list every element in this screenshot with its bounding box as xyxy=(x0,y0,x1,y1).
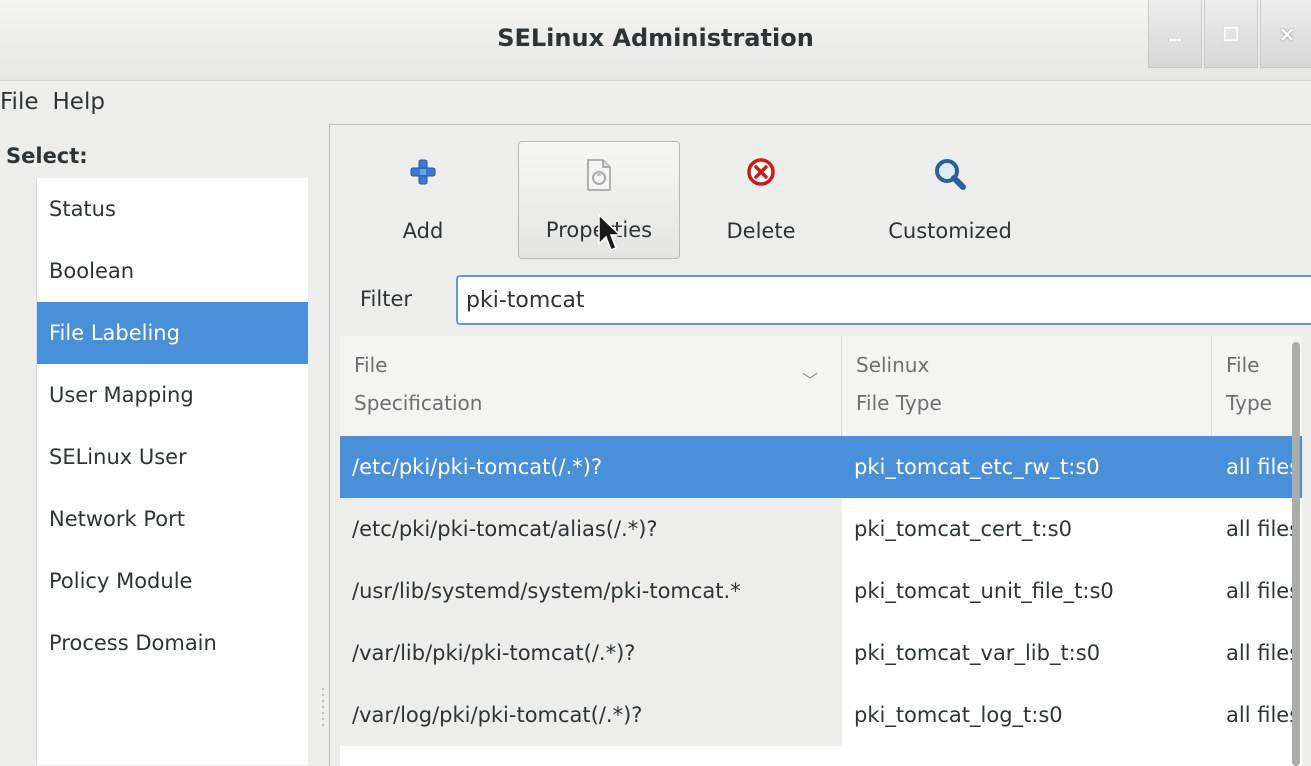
toolbar: Add Properties Delete Customized xyxy=(330,125,1311,265)
file-labeling-table: File Specification ﹀ Selinux File Type F… xyxy=(340,336,1302,766)
cell-file-type: all files xyxy=(1212,622,1302,684)
cell-file-specification: /etc/pki/pki-tomcat(/.*)? xyxy=(340,436,842,498)
minimize-icon xyxy=(1169,38,1181,41)
sidebar-item-user-mapping[interactable]: User Mapping xyxy=(37,364,308,426)
table-row[interactable]: /etc/pki/pki-tomcat(/.*)? pki_tomcat_etc… xyxy=(340,436,1302,498)
window-title: SELinux Administration xyxy=(497,24,814,52)
close-icon: × xyxy=(1278,21,1296,46)
cell-file-specification: /var/lib/pki/pki-tomcat(/.*)? xyxy=(340,622,842,684)
sidebar: Status Boolean File Labeling User Mappin… xyxy=(36,178,308,765)
select-label: Select: xyxy=(6,144,88,168)
minimize-button[interactable] xyxy=(1148,0,1202,68)
cell-file-type: all files xyxy=(1212,436,1302,498)
sidebar-item-network-port[interactable]: Network Port xyxy=(37,488,308,550)
menu-file[interactable]: File xyxy=(0,89,53,115)
sidebar-item-file-labeling[interactable]: File Labeling xyxy=(37,302,308,364)
main-panel: Add Properties Delete Customized xyxy=(329,124,1311,766)
close-button[interactable]: × xyxy=(1260,0,1311,68)
cell-selinux-file-type: pki_tomcat_unit_file_t:s0 xyxy=(842,560,1212,622)
cell-file-specification: /var/log/pki/pki-tomcat(/.*)? xyxy=(340,684,842,746)
delete-icon xyxy=(747,158,775,186)
sidebar-item-process-domain[interactable]: Process Domain xyxy=(37,612,308,674)
filter-input[interactable] xyxy=(456,275,1311,325)
menu-help[interactable]: Help xyxy=(53,89,119,115)
cell-file-specification: /etc/pki/pki-tomcat/alias(/.*)? xyxy=(340,498,842,560)
column-header-line: File xyxy=(354,353,388,377)
filter-label: Filter xyxy=(360,287,413,311)
column-header-line: File Type xyxy=(856,391,942,415)
cell-selinux-file-type: pki_tomcat_log_t:s0 xyxy=(842,684,1212,746)
magnifier-icon xyxy=(935,159,966,190)
cell-selinux-file-type: pki_tomcat_cert_t:s0 xyxy=(842,498,1212,560)
window-controls: × xyxy=(1148,0,1311,68)
maximize-icon xyxy=(1223,26,1239,41)
delete-button[interactable]: Delete xyxy=(706,141,816,259)
filter-row: Filter xyxy=(330,271,1311,331)
cell-file-type: all files xyxy=(1212,498,1302,560)
pane-resize-handle[interactable] xyxy=(322,688,325,730)
cell-file-specification: /usr/lib/systemd/system/pki-tomcat.* xyxy=(340,560,842,622)
column-header-line: Selinux xyxy=(856,353,930,377)
sidebar-item-status[interactable]: Status xyxy=(37,178,308,240)
column-header-selinux-file-type[interactable]: Selinux File Type xyxy=(842,336,1212,436)
table-row[interactable]: /var/lib/pki/pki-tomcat(/.*)? pki_tomcat… xyxy=(340,622,1302,684)
table-row[interactable]: /usr/lib/systemd/system/pki-tomcat.* pki… xyxy=(340,560,1302,622)
column-header-file-type[interactable]: File Type xyxy=(1212,336,1302,436)
sidebar-item-policy-module[interactable]: Policy Module xyxy=(37,550,308,612)
plus-icon xyxy=(410,159,436,185)
add-label: Add xyxy=(402,219,444,243)
table-header: File Specification ﹀ Selinux File Type F… xyxy=(340,336,1302,437)
properties-icon xyxy=(587,159,611,191)
cell-selinux-file-type: pki_tomcat_etc_rw_t:s0 xyxy=(842,436,1212,498)
cell-file-type: all files xyxy=(1212,684,1302,746)
mouse-pointer-icon xyxy=(598,214,622,251)
table-scrollbar[interactable] xyxy=(1290,342,1302,766)
sort-chevron-icon: ﹀ xyxy=(802,371,819,390)
column-header-line: Specification xyxy=(354,391,483,415)
menu-bar: File Help xyxy=(0,80,119,124)
customized-button[interactable]: Customized xyxy=(850,141,1050,259)
column-header-file-specification[interactable]: File Specification ﹀ xyxy=(340,336,842,436)
delete-label: Delete xyxy=(726,219,796,243)
cell-file-type: all files xyxy=(1212,560,1302,622)
sidebar-item-boolean[interactable]: Boolean xyxy=(37,240,308,302)
add-button[interactable]: Add xyxy=(378,141,468,259)
customized-label: Customized xyxy=(888,219,1012,243)
table-row[interactable]: /var/log/pki/pki-tomcat(/.*)? pki_tomcat… xyxy=(340,684,1302,746)
scrollbar-thumb[interactable] xyxy=(1292,342,1300,766)
table-row[interactable]: /etc/pki/pki-tomcat/alias(/.*)? pki_tomc… xyxy=(340,498,1302,560)
sidebar-item-selinux-user[interactable]: SELinux User xyxy=(37,426,308,488)
title-bar: SELinux Administration × xyxy=(0,0,1311,81)
maximize-button[interactable] xyxy=(1204,0,1258,68)
cell-selinux-file-type: pki_tomcat_var_lib_t:s0 xyxy=(842,622,1212,684)
